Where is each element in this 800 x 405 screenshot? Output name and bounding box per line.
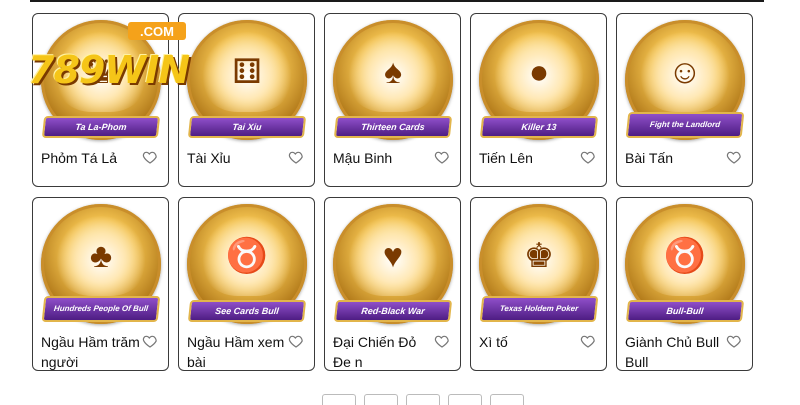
game-card-gianh-chu-bull-bull[interactable]: ♉ Bull-Bull Giành Chủ Bull Bull [616,197,753,371]
game-thumbnail[interactable]: ♠ Thirteen Cards [333,20,453,140]
favorite-heart-icon[interactable] [142,149,158,165]
game-banner: Red-Black War [333,300,453,322]
game-thumbnail[interactable]: ♉ Bull-Bull [625,204,745,324]
top-divider [30,0,764,2]
game-card-ngau-ham-xem-bai[interactable]: ♉ See Cards Bull Ngầu Hầm xem bài [178,197,315,371]
crown-cards-icon: ♚ [523,237,555,275]
bull-hat-icon: ♣ [89,236,113,275]
favorite-heart-icon[interactable] [142,333,158,349]
game-title[interactable]: Bài Tấn [625,148,729,168]
game-thumbnail[interactable]: ♚ Texas Holdem Poker [479,204,599,324]
game-title[interactable]: Phỏm Tá Lả [41,148,145,168]
vs-cards-icon: ♥ [382,236,404,275]
favorite-heart-icon[interactable] [288,149,304,165]
game-card-xi-to[interactable]: ♚ Texas Holdem Poker Xì tố [470,197,607,371]
bomb-cards-icon: ● [528,52,550,91]
favorite-heart-icon[interactable] [580,149,596,165]
logo-wordmark: 789WIN [28,48,190,92]
game-banner: See Cards Bull [187,300,307,322]
game-title[interactable]: Xì tố [479,332,583,352]
game-title[interactable]: Giành Chủ Bull Bull [625,332,729,370]
revolver-cards-icon: ♠ [383,52,403,91]
game-banner: Bull-Bull [625,300,745,322]
game-banner: Texas Holdem Poker [479,296,599,322]
game-card-bai-tan[interactable]: ☺ Fight the Landlord Bài Tấn [616,13,753,187]
game-thumbnail[interactable]: ♣ Hundreds People Of Bull [41,204,161,324]
landlord-character-icon: ☺ [667,52,703,91]
game-thumbnail[interactable]: ♉ See Cards Bull [187,204,307,324]
game-card-dai-chien-do-den[interactable]: ♥ Red-Black War Đại Chiến Đỏ Đe n [324,197,461,371]
game-row: ♣ Hundreds People Of Bull Ngầu Hầm trăm … [32,197,762,371]
game-thumbnail[interactable]: ☺ Fight the Landlord [625,20,745,140]
game-title[interactable]: Đại Chiến Đỏ Đe n [333,332,437,370]
game-card-tien-len[interactable]: ● Killer 13 Tiến Lên [470,13,607,187]
game-banner: Ta La-Phom [41,116,161,138]
game-thumbnail[interactable]: ♥ Red-Black War [333,204,453,324]
favorite-heart-icon[interactable] [726,149,742,165]
game-thumbnail[interactable]: ● Killer 13 [479,20,599,140]
game-title[interactable]: Tiến Lên [479,148,583,168]
game-title[interactable]: Mậu Binh [333,148,437,168]
game-banner: Thirteen Cards [333,116,453,138]
bull-character-icon: ♉ [225,237,269,275]
game-card-mau-binh[interactable]: ♠ Thirteen Cards Mậu Binh [324,13,461,187]
logo-domain-badge: .COM [128,22,186,40]
game-banner: Killer 13 [479,116,599,138]
game-banner: Tai Xiu [187,116,307,138]
game-title[interactable]: Tài Xỉu [187,148,291,168]
site-logo: .COM 789WIN [28,22,190,102]
game-title[interactable]: Ngầu Hầm xem bài [187,332,291,370]
game-banner: Hundreds People Of Bull [41,296,161,322]
dice-cup-icon: ⚅ [232,53,262,91]
game-card-ngau-ham-tram-nguoi[interactable]: ♣ Hundreds People Of Bull Ngầu Hầm trăm … [32,197,169,371]
favorite-heart-icon[interactable] [726,333,742,349]
favorite-heart-icon[interactable] [580,333,596,349]
game-banner: Fight the Landlord [625,112,745,138]
gold-bull-icon: ♉ [663,237,707,275]
game-thumbnail[interactable]: ⚅ Tai Xiu [187,20,307,140]
game-card-tai-xiu[interactable]: ⚅ Tai Xiu Tài Xỉu [178,13,315,187]
favorite-heart-icon[interactable] [288,333,304,349]
favorite-heart-icon[interactable] [434,149,450,165]
game-title[interactable]: Ngầu Hầm trăm người [41,332,145,370]
favorite-heart-icon[interactable] [434,333,450,349]
